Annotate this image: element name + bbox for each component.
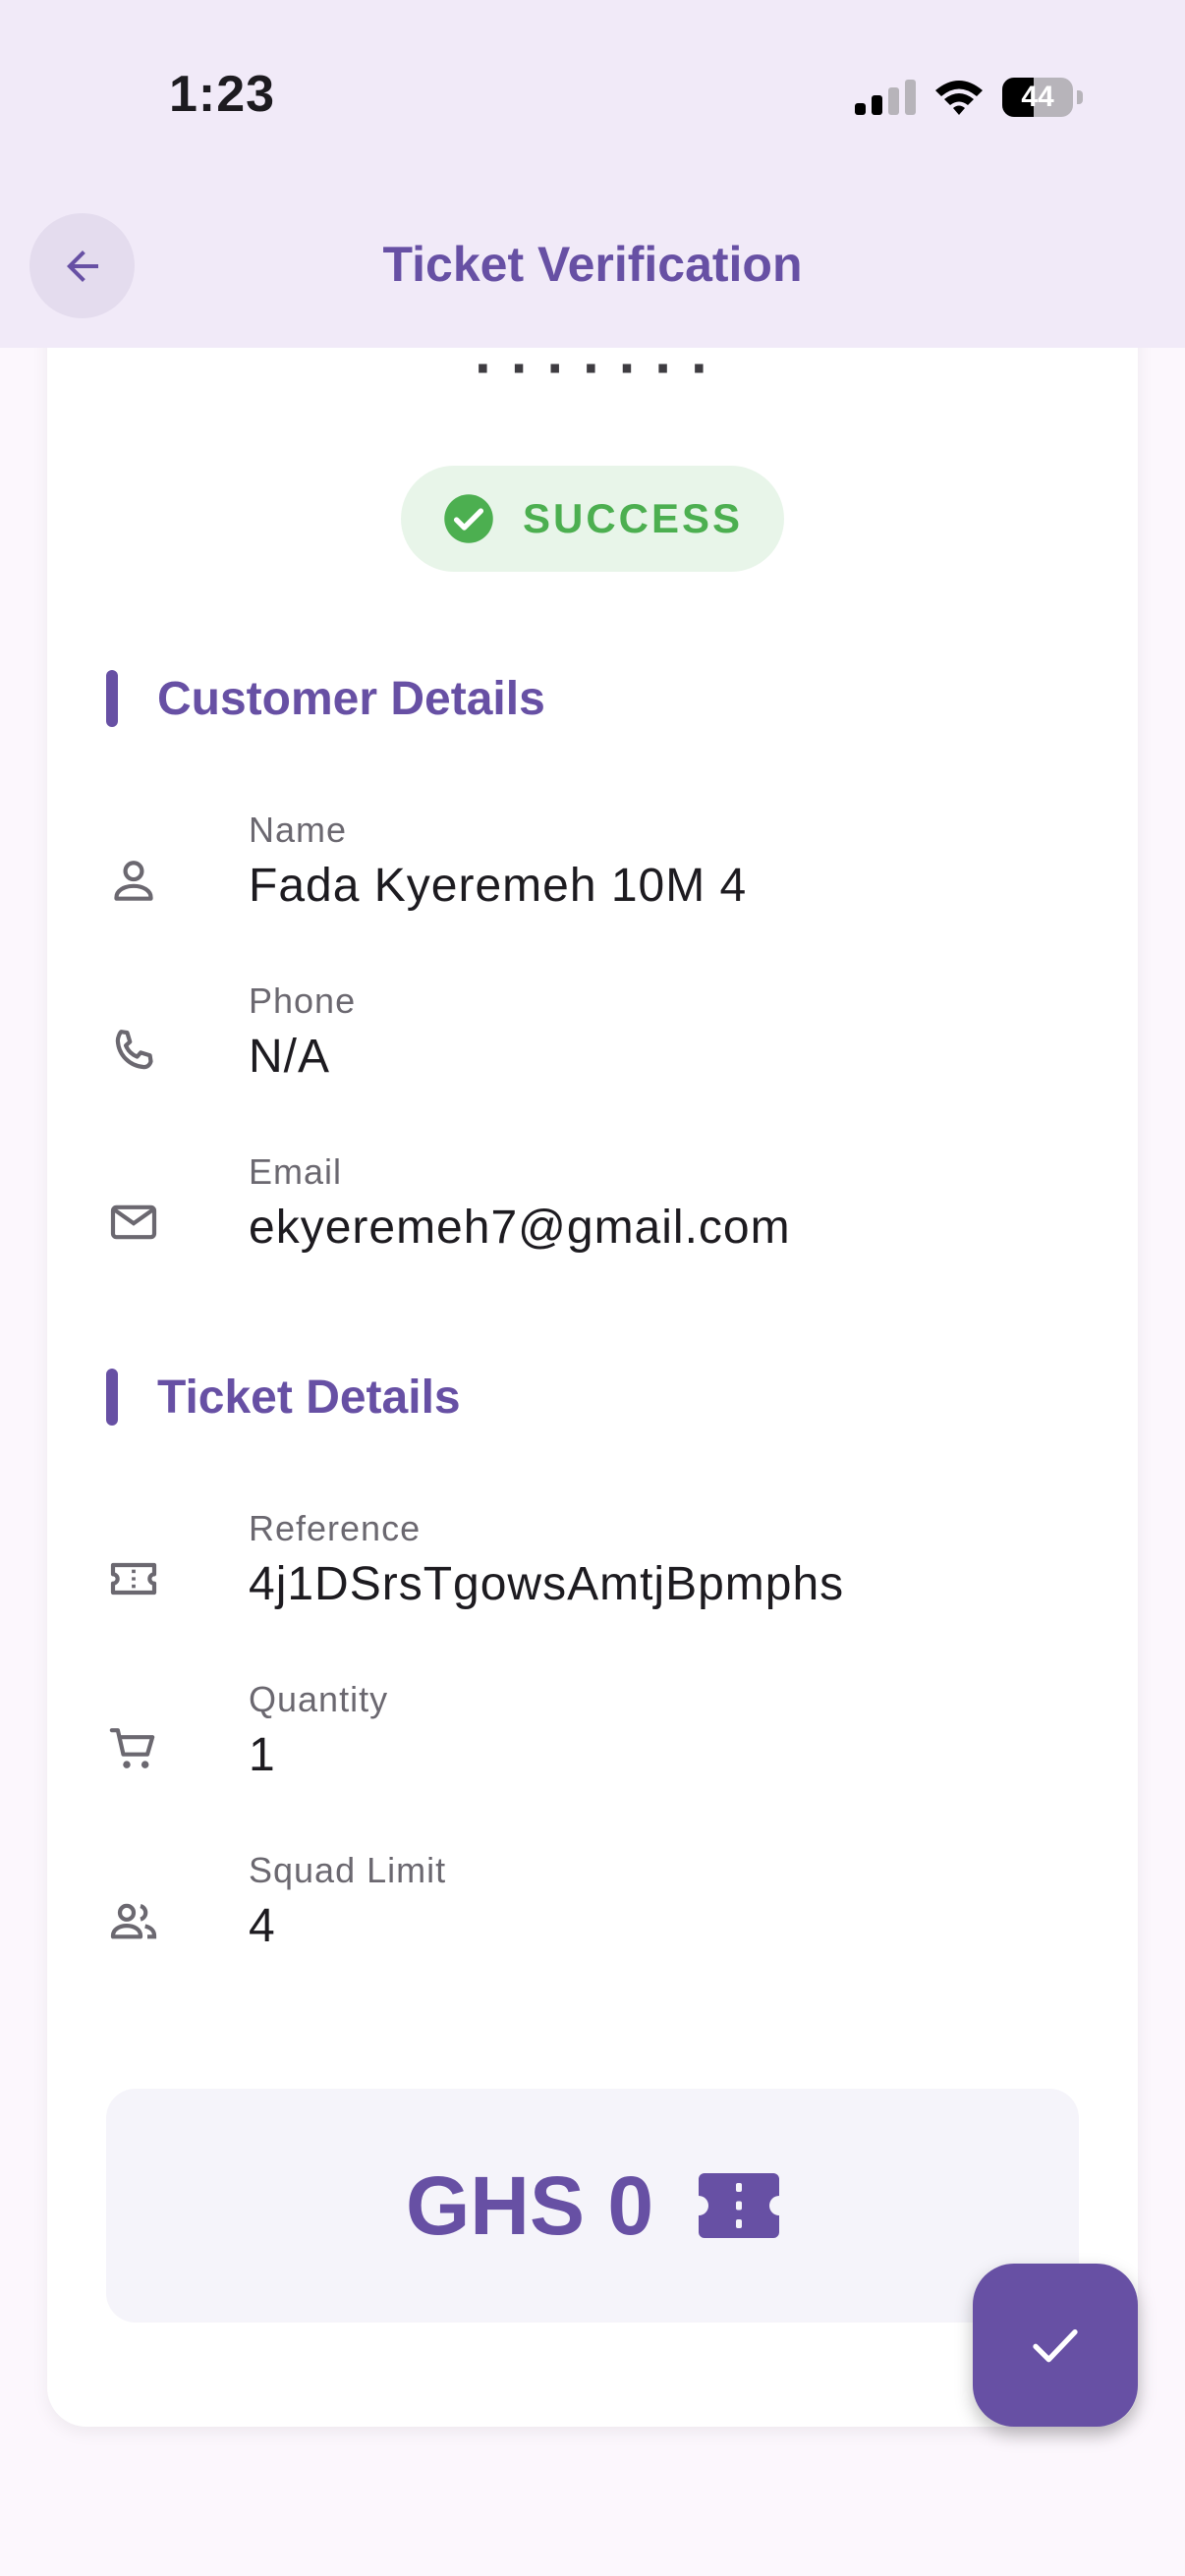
field-squad-limit: Squad Limit 4	[106, 1850, 1069, 1988]
field-value: 1	[249, 1729, 276, 1781]
phone-icon	[115, 1030, 153, 1070]
field-value: Fada Kyeremeh 10M 4	[249, 860, 748, 912]
cart-icon	[109, 1728, 155, 1768]
field-label: Email	[249, 1151, 343, 1192]
person-icon	[114, 861, 153, 901]
ticket-icon	[110, 1562, 157, 1596]
ticket-card: · · · · · · · SUCCESS Customer Details N…	[47, 275, 1138, 2427]
field-value: 4	[249, 1900, 276, 1952]
field-value: ekyeremeh7@gmail.com	[249, 1202, 791, 1254]
battery-indicator: 44	[1002, 78, 1073, 117]
field-quantity: Quantity 1	[106, 1679, 1069, 1817]
field-reference: Reference 4j1DSrsTgowsAmtjBpmphs	[106, 1508, 1069, 1646]
status-time: 1:23	[169, 66, 276, 123]
field-name: Name Fada Kyeremeh 10M 4	[106, 810, 1069, 947]
check-icon	[1033, 2329, 1078, 2363]
page-title: Ticket Verification	[382, 237, 803, 292]
field-label: Reference	[249, 1508, 422, 1548]
field-value: N/A	[249, 1031, 331, 1083]
wifi-icon	[935, 81, 983, 115]
field-phone: Phone N/A	[106, 980, 1069, 1118]
field-label: Squad Limit	[249, 1850, 447, 1890]
cellular-signal-icon	[855, 80, 916, 115]
status-icons: 44	[855, 71, 1083, 124]
mail-icon	[110, 1204, 157, 1240]
customer-details-header: Customer Details	[106, 670, 545, 727]
section-title: Customer Details	[157, 672, 545, 725]
field-value: 4j1DSrsTgowsAmtjBpmphs	[249, 1558, 845, 1610]
status-badge: SUCCESS	[401, 466, 784, 572]
check-circle-icon	[444, 494, 493, 543]
section-accent-bar	[106, 670, 118, 727]
field-label: Name	[249, 810, 348, 850]
battery-level-text: 44	[1021, 81, 1054, 113]
price-amount: GHS 0	[405, 2158, 654, 2252]
section-title: Ticket Details	[157, 1371, 461, 1424]
ticket-details-header: Ticket Details	[106, 1369, 461, 1426]
field-label: Quantity	[249, 1679, 389, 1719]
confirm-fab[interactable]	[973, 2264, 1138, 2427]
field-email: Email ekyeremeh7@gmail.com	[106, 1151, 1069, 1289]
ticket-filled-icon	[699, 2173, 780, 2238]
battery-cap	[1077, 90, 1083, 104]
price-summary: GHS 0	[106, 2089, 1079, 2323]
people-icon	[110, 1903, 157, 1939]
field-label: Phone	[249, 980, 357, 1021]
status-label: SUCCESS	[522, 495, 744, 541]
section-accent-bar	[106, 1369, 118, 1426]
app-header: 1:23 44 Ticket Verification	[0, 0, 1185, 348]
